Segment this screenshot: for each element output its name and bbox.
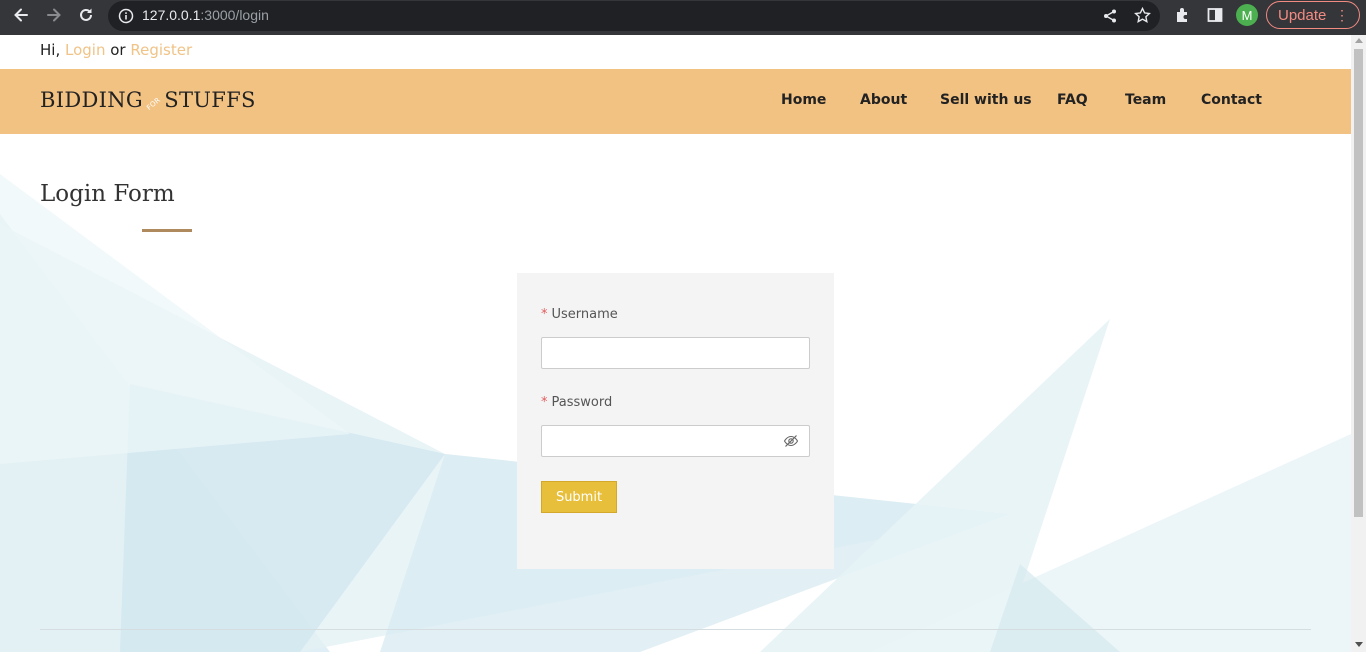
side-panel-icon[interactable] [1203,3,1227,27]
reload-icon[interactable] [74,3,98,27]
update-label: Update [1278,6,1327,24]
info-icon[interactable] [118,8,134,28]
nav-contact[interactable]: Contact [1201,92,1262,108]
share-icon[interactable] [1102,8,1118,28]
greeting-text: Hi, [40,41,61,59]
page-viewport: Hi, Login or Register BIDDING FOR STUFFS… [0,35,1351,652]
nav-about[interactable]: About [860,92,907,108]
password-label-text: Password [551,395,613,410]
forward-arrow-icon[interactable] [42,3,66,27]
star-icon[interactable] [1134,6,1151,28]
submit-button[interactable]: Submit [541,481,617,513]
page-title: Login Form [40,181,175,207]
nav-faq[interactable]: FAQ [1057,92,1088,108]
update-button[interactable]: Update ⋮ [1266,1,1360,29]
eye-off-icon[interactable] [783,433,799,449]
username-input[interactable] [541,337,810,369]
url-text: 127.0.0.1:3000/login [142,7,269,23]
password-label: * Password [541,395,612,410]
nav-sell[interactable]: Sell with us [940,92,1032,108]
scroll-up-icon[interactable] [1355,38,1363,43]
page-scrollbar[interactable] [1351,35,1366,652]
nav-home[interactable]: Home [781,92,826,108]
required-mark: * [541,395,548,410]
register-link[interactable]: Register [130,41,192,59]
title-underline [142,229,192,232]
address-bar[interactable]: 127.0.0.1:3000/login [108,1,1160,31]
nav-team[interactable]: Team [1125,92,1166,108]
footer-divider [40,629,1311,630]
or-text: or [110,41,126,59]
back-arrow-icon[interactable] [9,3,33,27]
site-header: BIDDING FOR STUFFS Home About Sell with … [0,69,1351,134]
extensions-icon[interactable] [1171,3,1195,27]
kebab-menu-icon: ⋮ [1335,7,1349,23]
scroll-down-icon[interactable] [1355,642,1363,647]
username-label: * Username [541,307,618,322]
scrollbar-thumb[interactable] [1354,49,1363,517]
login-link[interactable]: Login [65,41,105,59]
password-field[interactable] [541,425,810,457]
required-mark: * [541,307,548,322]
username-label-text: Username [551,307,618,322]
main-nav: Home About Sell with us FAQ Team Contact [0,92,1351,112]
login-form: * Username * Password Submit [517,273,834,569]
avatar[interactable]: M [1236,4,1258,26]
greeting-bar: Hi, Login or Register [40,41,192,59]
browser-toolbar: 127.0.0.1:3000/login M Update ⋮ [0,0,1366,35]
